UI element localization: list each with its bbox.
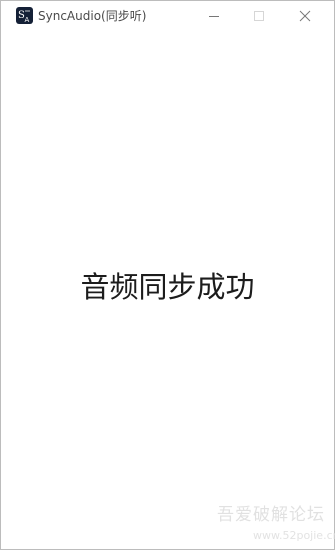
svg-text:A: A: [25, 16, 30, 24]
maximize-icon: [254, 11, 264, 21]
close-button[interactable]: [283, 1, 327, 31]
window-title: SyncAudio(同步听): [38, 9, 147, 23]
maximize-button[interactable]: [237, 1, 281, 31]
minimize-button[interactable]: [192, 1, 236, 31]
close-icon: [299, 10, 311, 22]
sync-status-message: 音频同步成功: [80, 270, 255, 304]
watermark-url: www.52pojie.cn: [253, 529, 335, 542]
app-window: S A SyncAudio(同步听) 音频同步成功 吾爱破解论坛 www.52p…: [0, 0, 335, 550]
watermark: 吾爱破解论坛 www.52pojie.cn: [217, 504, 335, 548]
minimize-icon: [209, 16, 219, 17]
main-content: 音频同步成功 吾爱破解论坛 www.52pojie.cn: [1, 31, 335, 549]
syncaudio-app-icon: S A: [16, 7, 33, 24]
watermark-title: 吾爱破解论坛: [217, 505, 325, 525]
title-bar[interactable]: S A SyncAudio(同步听): [1, 1, 334, 31]
